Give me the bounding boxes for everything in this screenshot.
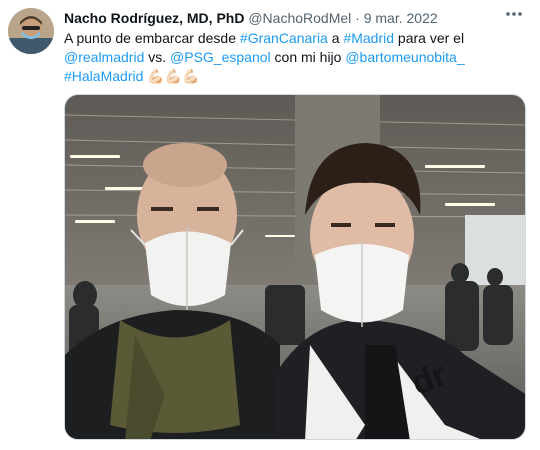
photo-image: dr <box>65 95 525 439</box>
tweet-header: Nacho Rodríguez, MD, PhD @NachoRodMel · … <box>64 9 500 29</box>
avatar[interactable] <box>8 8 54 54</box>
mention-bartomeunobita[interactable]: @bartomeunobita_ <box>345 49 464 65</box>
more-options-icon[interactable] <box>502 6 526 26</box>
flexed-biceps-emoji: 💪🏻💪🏻💪🏻 <box>147 68 200 84</box>
text-segment: A punto de embarcar desde <box>64 30 240 46</box>
tweet-photo[interactable]: dr <box>64 94 526 440</box>
tweet[interactable]: Nacho Rodríguez, MD, PhD @NachoRodMel · … <box>0 0 540 450</box>
mention-realmadrid[interactable]: @realmadrid <box>64 49 144 65</box>
hashtag-halamadrid[interactable]: #HalaMadrid <box>64 68 143 84</box>
author-name[interactable]: Nacho Rodríguez, MD, PhD <box>64 10 244 26</box>
tweet-date[interactable]: 9 mar. 2022 <box>364 10 438 26</box>
hashtag-madrid[interactable]: #Madrid <box>343 30 394 46</box>
hashtag-grancanaria[interactable]: #GranCanaria <box>240 30 328 46</box>
text-segment: a <box>327 30 344 46</box>
text-segment: para ver el <box>394 30 465 46</box>
author-handle[interactable]: @NachoRodMel <box>248 10 351 26</box>
header-separator: · <box>355 10 360 26</box>
tweet-text: A punto de embarcar desde #GranCanaria a… <box>64 29 524 86</box>
text-segment: vs. <box>144 49 171 65</box>
text-segment: con mi hijo <box>270 49 346 65</box>
mention-psg-espanol[interactable]: @PSG_espanol <box>170 49 271 65</box>
